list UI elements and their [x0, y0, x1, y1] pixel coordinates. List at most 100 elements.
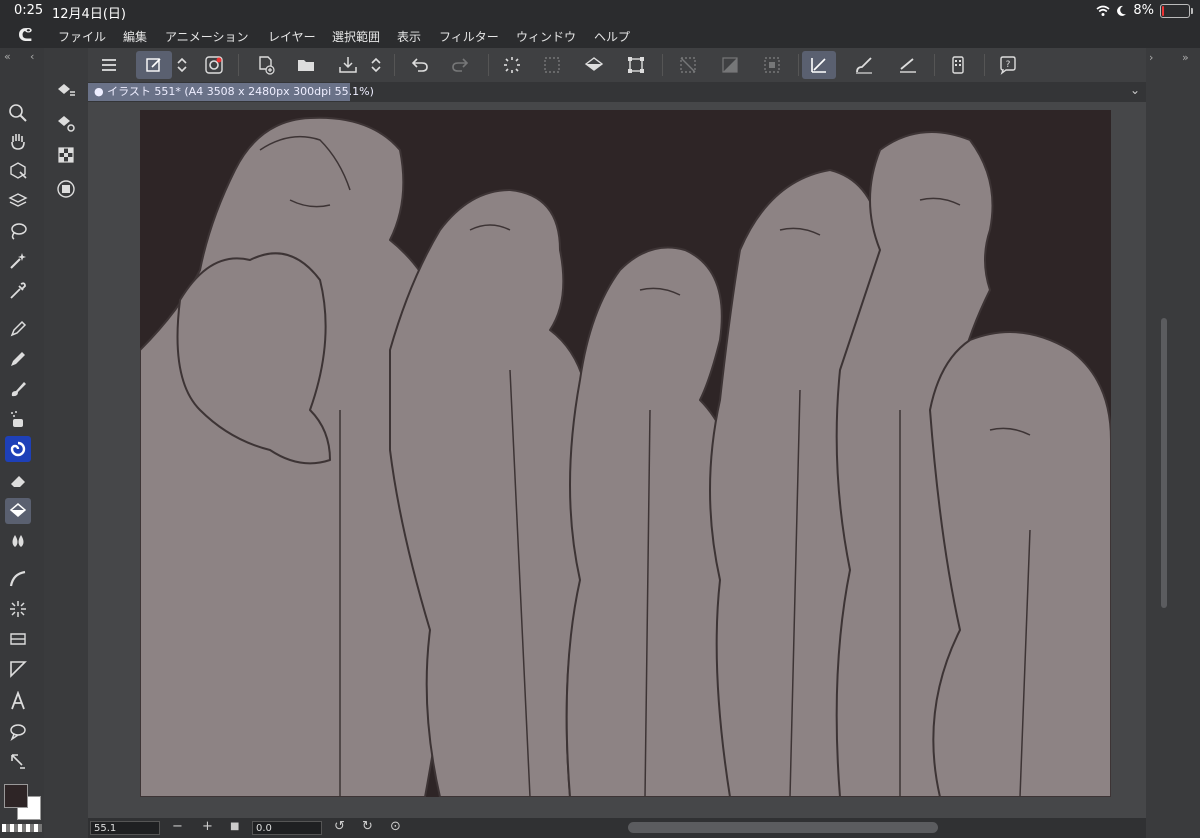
- select-dots-icon[interactable]: [538, 51, 566, 79]
- subtool-panel: [44, 48, 89, 838]
- save-icon[interactable]: [334, 51, 362, 79]
- moon-icon: [1117, 5, 1127, 16]
- correct-line-icon[interactable]: [5, 748, 31, 774]
- document-tab[interactable]: ● イラスト 551* (A4 3508 x 2480px 300dpi 55.…: [88, 83, 374, 101]
- expand-right-icon[interactable]: »: [1182, 51, 1189, 64]
- menu-window[interactable]: ウィンドウ: [516, 28, 576, 45]
- menu-layer[interactable]: レイヤー: [268, 28, 316, 45]
- menu-icon[interactable]: [95, 51, 123, 79]
- battery-icon: [1160, 3, 1193, 18]
- collapse-right-icon[interactable]: ‹: [30, 50, 34, 63]
- transform-icon[interactable]: [622, 51, 650, 79]
- command-bar: ?: [88, 48, 1146, 83]
- fill-settings-icon[interactable]: [53, 110, 79, 136]
- wand-icon[interactable]: [5, 248, 31, 274]
- tool-panel: « ‹: [0, 48, 45, 838]
- vertical-scroll-thumb[interactable]: [1161, 318, 1167, 608]
- fill-bucket-icon[interactable]: [5, 498, 31, 524]
- eraser-icon[interactable]: [5, 468, 31, 494]
- main-color-swatch[interactable]: [4, 784, 28, 808]
- new-layer-icon[interactable]: [136, 51, 172, 79]
- pencil-icon[interactable]: [5, 346, 31, 372]
- fit-icon[interactable]: ■: [230, 821, 239, 832]
- rotate-right-icon[interactable]: ↻: [362, 819, 373, 834]
- wifi-icon: [1096, 5, 1110, 16]
- stepper-icon[interactable]: [172, 51, 192, 79]
- lasso-icon[interactable]: [5, 218, 31, 244]
- balloon-icon[interactable]: [5, 718, 31, 744]
- zoom-field[interactable]: 55.1: [90, 821, 160, 835]
- menu-bar: ᕦ ファイル 編集 アニメーション レイヤー 選択範囲 表示 フィルター ウィン…: [0, 22, 1200, 48]
- loading-icon[interactable]: [498, 51, 526, 79]
- zoom-icon[interactable]: [5, 100, 31, 126]
- figure-icon[interactable]: [5, 566, 31, 592]
- object-icon[interactable]: [5, 158, 31, 184]
- status-date: 12月4日(日): [52, 7, 126, 22]
- right-panel: › »: [1146, 48, 1200, 838]
- decoration-icon[interactable]: [5, 436, 31, 462]
- horizontal-scroll-thumb[interactable]: [628, 822, 938, 833]
- svg-text:?: ?: [1006, 60, 1011, 70]
- pen-icon[interactable]: [5, 316, 31, 342]
- menu-edit[interactable]: 編集: [123, 28, 147, 45]
- status-right: 8%: [1096, 3, 1193, 18]
- battery-percent: 8%: [1133, 3, 1154, 18]
- battery-fill: [1162, 5, 1164, 16]
- menu-file[interactable]: ファイル: [58, 28, 106, 45]
- snap-ruler-icon[interactable]: [802, 51, 836, 79]
- deselect-icon[interactable]: [674, 51, 702, 79]
- blend-icon[interactable]: [5, 528, 31, 554]
- artwork-canvas[interactable]: [140, 110, 1111, 797]
- menu-filter[interactable]: フィルター: [439, 28, 499, 45]
- hand-icon[interactable]: [5, 128, 31, 154]
- rotate-left-icon[interactable]: ↺: [334, 819, 345, 834]
- vertical-scrollbar[interactable]: [1158, 100, 1170, 810]
- select-frame-icon[interactable]: [758, 51, 786, 79]
- checker-icon[interactable]: [53, 142, 79, 168]
- gradient-icon[interactable]: [5, 626, 31, 652]
- collapse-right-left-icon[interactable]: ›: [1149, 51, 1153, 64]
- undo-icon[interactable]: [406, 51, 434, 79]
- document-tab-title: イラスト 551* (A4 3508 x 2480px 300dpi 55.1%…: [107, 85, 374, 98]
- new-file-icon[interactable]: [252, 51, 280, 79]
- menu-selection[interactable]: 選択範囲: [332, 28, 380, 45]
- cs-logo-icon[interactable]: [200, 51, 228, 79]
- fill-icon[interactable]: [580, 51, 608, 79]
- redo-icon[interactable]: [446, 51, 474, 79]
- layer-box-icon[interactable]: [53, 176, 79, 202]
- transparent-color-swatch[interactable]: [2, 824, 42, 832]
- rotation-value: 0.0: [256, 823, 272, 834]
- zoom-out-icon[interactable]: −: [172, 819, 183, 834]
- airbrush-icon[interactable]: [5, 406, 31, 432]
- invert-icon[interactable]: [716, 51, 744, 79]
- save-stepper-icon[interactable]: [366, 51, 386, 79]
- brush-icon[interactable]: [5, 376, 31, 402]
- device-icon[interactable]: [944, 51, 972, 79]
- rotation-field[interactable]: 0.0: [252, 821, 322, 835]
- menu-animation[interactable]: アニメーション: [165, 28, 249, 45]
- zoom-in-icon[interactable]: +: [202, 819, 213, 834]
- open-folder-icon[interactable]: [292, 51, 320, 79]
- frame-icon[interactable]: [5, 596, 31, 622]
- menu-view[interactable]: 表示: [397, 28, 421, 45]
- status-time: 0:25: [14, 3, 44, 18]
- line-snap-icon[interactable]: [894, 51, 922, 79]
- collapse-left-icon[interactable]: «: [4, 50, 11, 63]
- app-logo[interactable]: ᕦ: [18, 25, 33, 46]
- tab-list-chevron-icon[interactable]: ⌄: [1130, 83, 1140, 97]
- color-chips[interactable]: [0, 778, 44, 838]
- reset-rotation-icon[interactable]: ⊙: [390, 819, 401, 834]
- layer-move-icon[interactable]: [5, 188, 31, 214]
- lineart-illustration: [140, 110, 1111, 797]
- fill-subtool-icon[interactable]: [53, 78, 79, 104]
- navigator-bar: 55.1 − + ■ 0.0 ↺ ↻ ⊙: [88, 818, 1146, 838]
- zoom-value: 55.1: [94, 823, 117, 834]
- ruler-icon[interactable]: [5, 656, 31, 682]
- menu-help[interactable]: ヘルプ: [594, 28, 630, 45]
- document-tab-row: ● イラスト 551* (A4 3508 x 2480px 300dpi 55.…: [88, 82, 1146, 102]
- eyedropper-icon[interactable]: [5, 278, 31, 304]
- canvas-area[interactable]: [88, 102, 1146, 818]
- help-icon[interactable]: ?: [994, 51, 1022, 79]
- text-icon[interactable]: [5, 688, 31, 714]
- brush-snap-icon[interactable]: [850, 51, 878, 79]
